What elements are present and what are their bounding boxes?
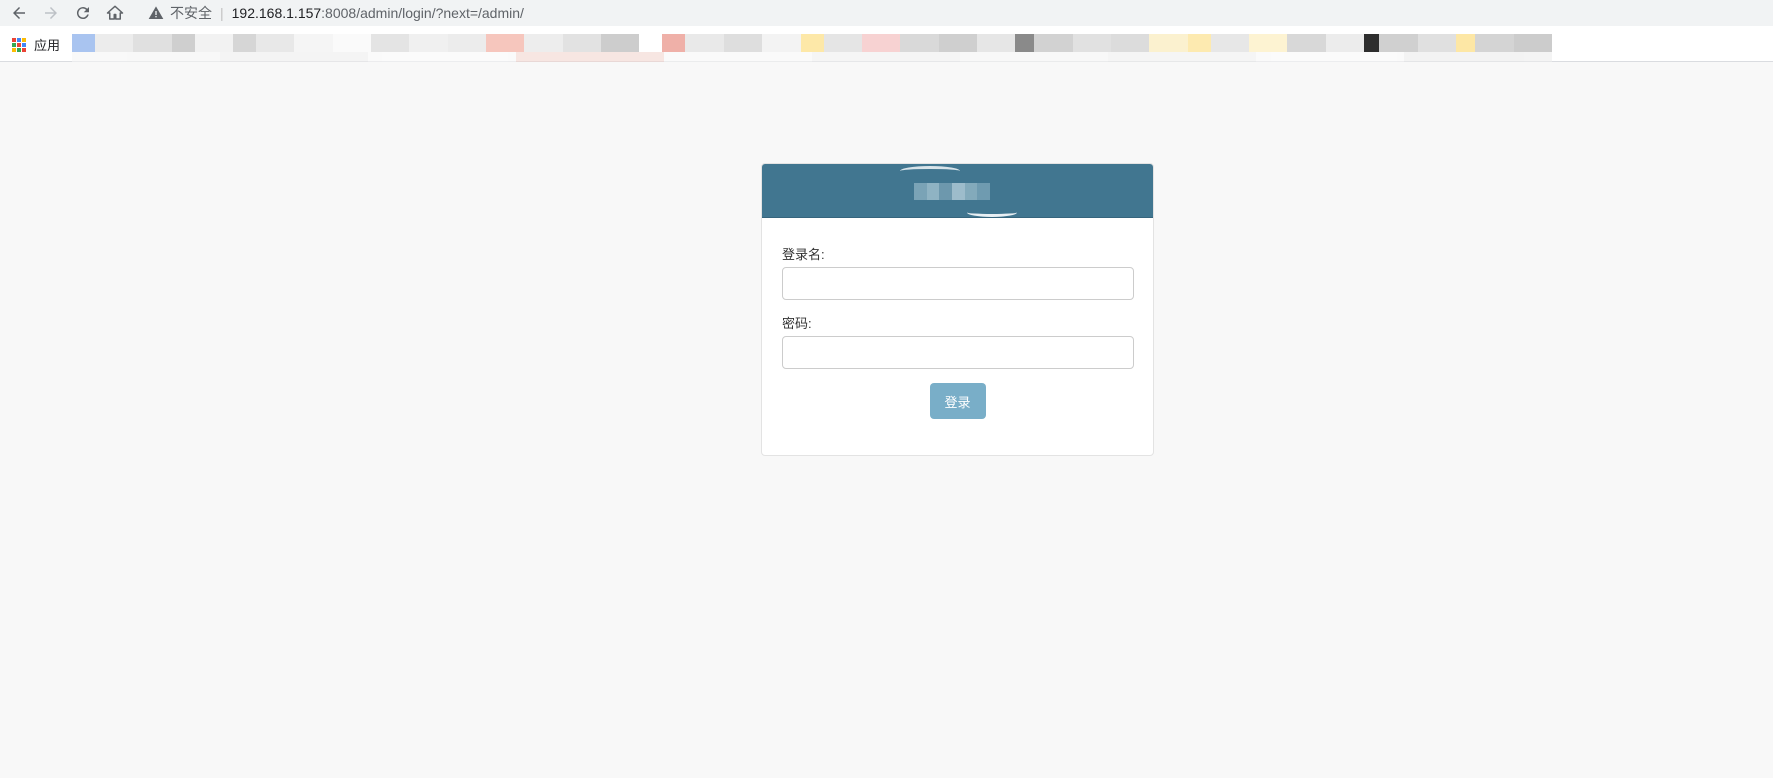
forward-button[interactable] <box>39 2 63 24</box>
blurred-bookmarks-shadow <box>72 52 1552 62</box>
bookmarks-bar: 应用 <box>0 26 1773 62</box>
back-button[interactable] <box>7 2 31 24</box>
reload-button[interactable] <box>71 2 95 24</box>
separator: | <box>220 4 224 21</box>
password-label: 密码: <box>782 316 812 331</box>
login-panel: 登录名: 密码: 登录 <box>761 163 1154 456</box>
back-icon <box>13 7 25 19</box>
username-label: 登录名: <box>782 247 825 262</box>
login-header <box>762 164 1153 218</box>
header-decoration <box>900 166 960 176</box>
address-bar[interactable]: 不安全 | 192.168.1.157:8008/admin/login/?ne… <box>138 0 1773 25</box>
username-group: 登录名: <box>782 245 1134 300</box>
apps-label: 应用 <box>34 38 61 53</box>
submit-row: 登录 <box>782 383 1133 419</box>
login-form: 登录名: 密码: 登录 <box>762 218 1153 419</box>
apps-shortcut[interactable]: 应用 <box>12 35 60 54</box>
login-button[interactable]: 登录 <box>929 383 986 419</box>
password-group: 密码: <box>782 314 1134 369</box>
password-input[interactable] <box>782 336 1134 369</box>
home-icon <box>106 5 124 20</box>
url-path: :8008/admin/login/?next=/admin/ <box>321 4 524 21</box>
reload-icon <box>76 7 89 20</box>
blurred-bookmarks <box>72 34 1553 52</box>
warning-icon <box>148 5 164 19</box>
forward-icon <box>45 7 57 19</box>
blurred-site-title <box>914 183 991 200</box>
home-button[interactable] <box>103 2 127 24</box>
header-decoration <box>967 208 1017 217</box>
apps-icon <box>12 37 26 52</box>
browser-toolbar: 不安全 | 192.168.1.157:8008/admin/login/?ne… <box>0 0 1773 26</box>
username-input[interactable] <box>782 267 1134 300</box>
security-label[interactable]: 不安全 <box>170 3 212 23</box>
url-host: 192.168.1.157 <box>231 4 322 21</box>
